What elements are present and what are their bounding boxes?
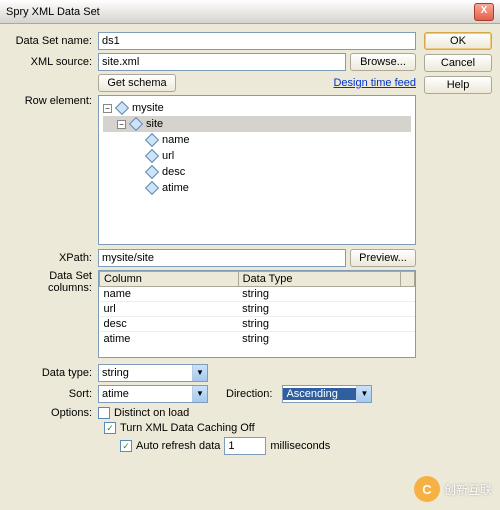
watermark-text: 创新互联 <box>444 481 492 498</box>
title-text: Spry XML Data Set <box>6 6 100 18</box>
element-icon <box>145 133 159 147</box>
table-row: urlstring <box>100 302 415 317</box>
chevron-down-icon[interactable]: ▼ <box>192 386 207 402</box>
tree-root[interactable]: mysite <box>132 102 164 114</box>
caching-checkbox[interactable]: ✓ <box>104 422 116 434</box>
direction-select[interactable]: Ascending▼ <box>282 385 372 403</box>
close-button[interactable]: X <box>474 3 494 21</box>
preview-button[interactable]: Preview... <box>350 249 416 267</box>
getschema-button[interactable]: Get schema <box>98 74 176 92</box>
label-rowelement: Row element: <box>8 95 98 107</box>
element-icon <box>129 117 143 131</box>
tree-leaf[interactable]: atime <box>162 182 189 194</box>
autorefresh-checkbox[interactable]: ✓ <box>120 440 132 452</box>
tree-leaf[interactable]: url <box>162 150 174 162</box>
help-button[interactable]: Help <box>424 76 492 94</box>
label-dscolumns: Data Set columns: <box>8 270 98 294</box>
label-dsname: Data Set name: <box>8 35 98 47</box>
designtime-link[interactable]: Design time feed <box>333 77 416 89</box>
ok-button[interactable]: OK <box>424 32 492 50</box>
tree-collapse-icon[interactable]: − <box>117 120 126 129</box>
element-icon <box>115 101 129 115</box>
label-datatype: Data type: <box>8 367 98 379</box>
columns-grid[interactable]: ColumnData Type namestring urlstring des… <box>98 270 416 358</box>
autorefresh-input[interactable] <box>224 437 266 455</box>
grid-header-type[interactable]: Data Type <box>238 272 400 287</box>
xmlsource-input[interactable] <box>98 53 346 71</box>
tree-leaf[interactable]: desc <box>162 166 185 178</box>
autorefresh-label-post: milliseconds <box>270 440 330 452</box>
xpath-input[interactable] <box>98 249 346 267</box>
titlebar: Spry XML Data Set X <box>0 0 500 24</box>
label-options: Options: <box>8 407 98 419</box>
autorefresh-label-pre: Auto refresh data <box>136 440 220 452</box>
element-icon <box>145 181 159 195</box>
browse-button[interactable]: Browse... <box>350 53 416 71</box>
dsname-input[interactable] <box>98 32 416 50</box>
label-xpath: XPath: <box>8 252 98 264</box>
watermark: C 创新互联 <box>414 476 492 502</box>
label-sort: Sort: <box>8 388 98 400</box>
label-xmlsource: XML source: <box>8 56 98 68</box>
chevron-down-icon[interactable]: ▼ <box>192 365 207 381</box>
watermark-logo: C <box>414 476 440 502</box>
datatype-select[interactable]: string▼ <box>98 364 208 382</box>
tree-panel[interactable]: −mysite −site name url desc atime <box>98 95 416 245</box>
tree-leaf[interactable]: name <box>162 134 190 146</box>
tree-collapse-icon[interactable]: − <box>103 104 112 113</box>
distinct-checkbox[interactable] <box>98 407 110 419</box>
element-icon <box>145 149 159 163</box>
caching-label: Turn XML Data Caching Off <box>120 422 255 434</box>
grid-header-column[interactable]: Column <box>100 272 239 287</box>
table-row: atimestring <box>100 332 415 347</box>
table-row: descstring <box>100 317 415 332</box>
table-row: namestring <box>100 287 415 302</box>
sort-select[interactable]: atime▼ <box>98 385 208 403</box>
cancel-button[interactable]: Cancel <box>424 54 492 72</box>
element-icon <box>145 165 159 179</box>
tree-child[interactable]: site <box>146 118 163 130</box>
chevron-down-icon[interactable]: ▼ <box>356 386 371 402</box>
distinct-label: Distinct on load <box>114 407 189 419</box>
label-direction: Direction: <box>226 388 278 400</box>
